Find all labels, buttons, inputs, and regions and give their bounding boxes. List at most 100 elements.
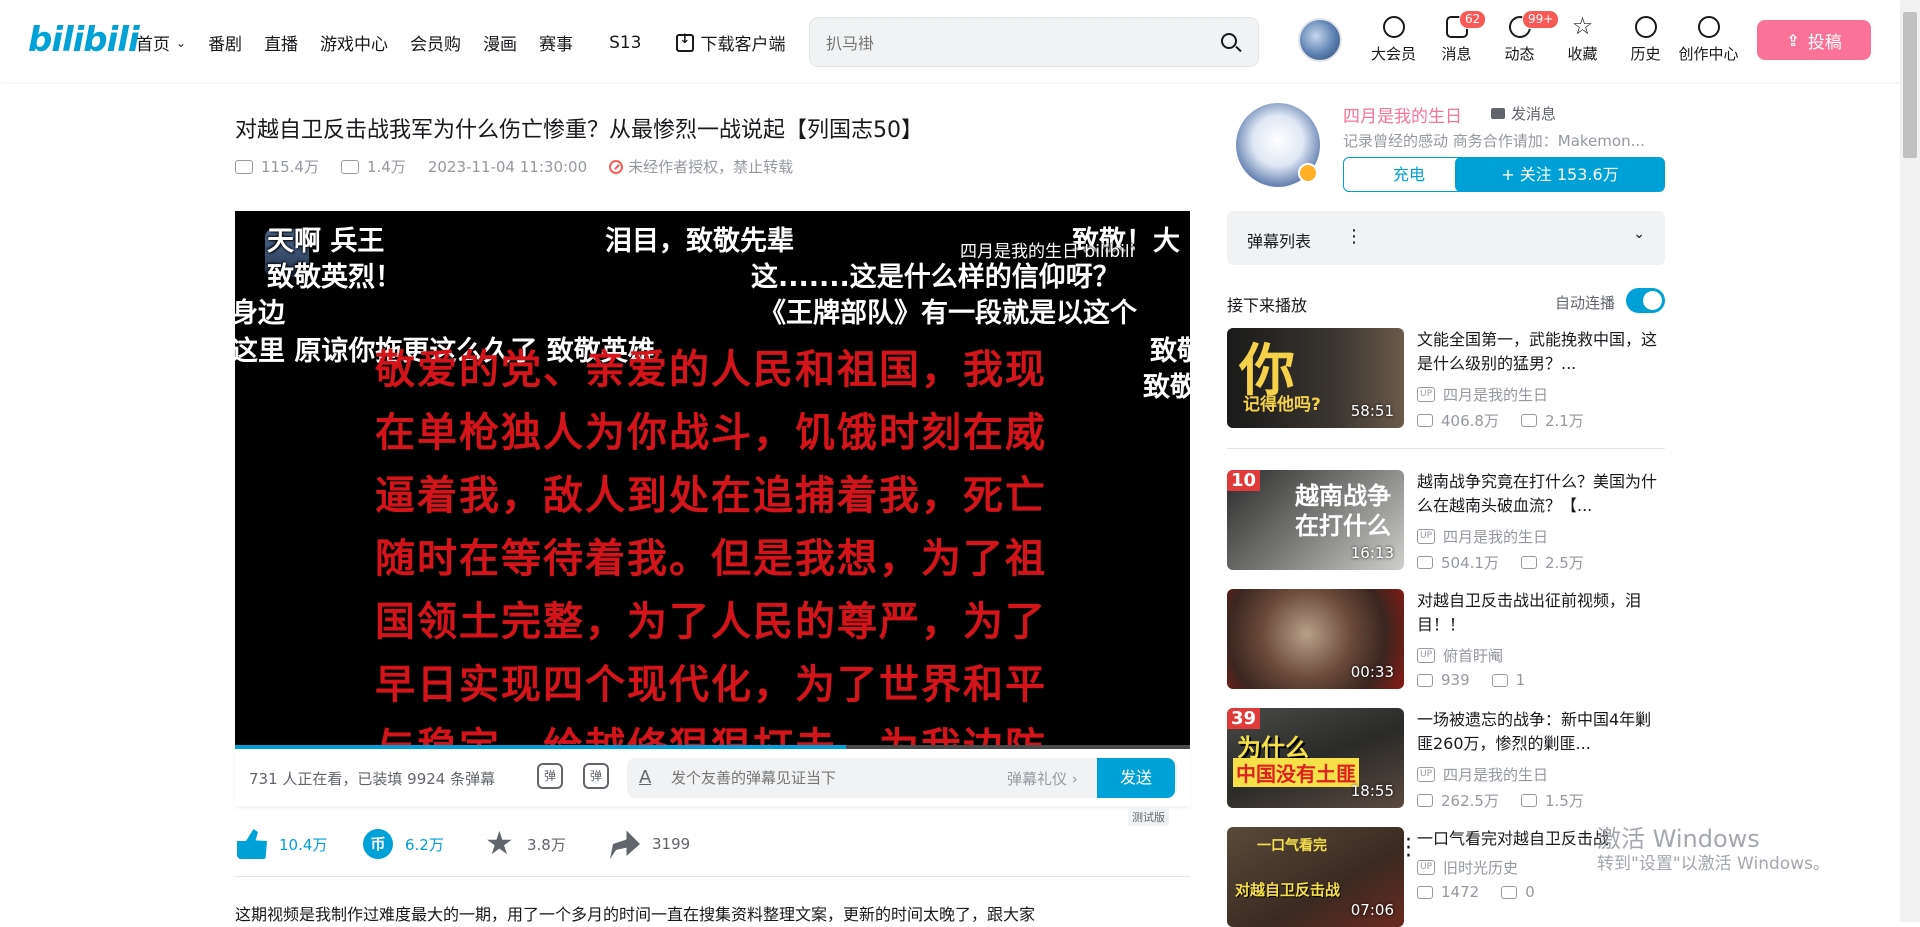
star-icon: ★ — [485, 824, 514, 862]
recommendation-stats: 406.8万 2.1万 — [1417, 410, 1584, 431]
like-button[interactable]: 10.4万 — [237, 829, 327, 859]
danmaku-count-icon — [1520, 556, 1537, 569]
video-meta: 115.4万 1.4万 2023-11-04 11:30:00 未经作者授权，禁… — [235, 156, 793, 177]
copyright-notice: 未经作者授权，禁止转载 — [609, 156, 793, 177]
scrollbar-thumb[interactable] — [1903, 12, 1917, 158]
danmaku-settings-icon[interactable]: 弹 — [583, 763, 609, 789]
rec-danmaku-count: 0 — [1525, 883, 1535, 901]
video-duration: 00:33 — [1350, 663, 1394, 681]
video-description: 这期视频是我制作过难度最大的一期，用了一个多月的时间一直在搜集资料整理文案，更新… — [235, 905, 1036, 924]
search-input[interactable] — [826, 30, 1206, 56]
danmaku-count-icon — [1520, 794, 1537, 807]
nav-anime[interactable]: 番剧 — [208, 30, 242, 55]
vip-icon — [1382, 16, 1405, 38]
recommendation-card[interactable]: 39 为什么 中国没有土匪 18:55 一场被遗忘的战争：新中国4年剿匪260万… — [1227, 708, 1665, 810]
recommendation-title[interactable]: 对越自卫反击战出征前视频，泪目！！ — [1417, 589, 1665, 637]
uploader-label: 旧时光历史 — [1443, 859, 1519, 877]
nav-favorites[interactable]: ☆ 收藏 — [1551, 12, 1614, 64]
recommendation-uploader[interactable]: UP 旧时光历史 — [1417, 857, 1518, 878]
danmaku-count-icon — [1491, 673, 1508, 687]
search-icon[interactable] — [1218, 30, 1244, 56]
up-next-label: 接下来播放 — [1227, 296, 1308, 315]
page-scrollbar[interactable] — [1900, 0, 1920, 922]
danmaku-comment: 致敬英烈！ — [267, 262, 402, 293]
main-nav: 首页 ⌄ 番剧 直播 游戏中心 会员购 漫画 赛事 S13 下载客户端 — [136, 30, 808, 56]
nav-s13[interactable]: S13 — [609, 30, 641, 55]
video-thumbnail[interactable]: 39 为什么 中国没有土匪 18:55 — [1227, 708, 1404, 808]
thumbnail-text: 一口气看完 — [1257, 838, 1327, 854]
recommendation-uploader[interactable]: UP 四月是我的生日 — [1417, 384, 1548, 405]
nav-history-label: 历史 — [1630, 45, 1661, 63]
thumbnail-number: 39 — [1227, 708, 1261, 729]
video-thumbnail[interactable]: 你 记得他吗? 58:51 — [1227, 328, 1404, 428]
user-avatar[interactable] — [1298, 18, 1342, 62]
danmaku-list-panel[interactable]: 弹幕列表 ⋮ ⌄ — [1227, 211, 1665, 265]
recommendation-uploader[interactable]: UP 四月是我的生日 — [1417, 526, 1548, 547]
favorite-button[interactable]: ★ 3.8万 — [485, 824, 566, 862]
rec-danmaku-count: 2.1万 — [1544, 412, 1584, 430]
recommendation-card[interactable]: 你 记得他吗? 58:51 文能全国第一，武能挽救中国，这是什么级别的猛男？..… — [1227, 328, 1665, 431]
video-thumbnail[interactable]: 10 越南战争 在打什么 16:13 — [1227, 470, 1404, 570]
danmaku-comment: 天啊 兵王 — [267, 226, 385, 257]
nav-home-label: 首页 — [136, 35, 170, 55]
video-thumbnail[interactable]: 一口气看完 对越自卫反击战 07:06 — [1227, 827, 1404, 927]
danmaku-comment: 致敬 — [1143, 372, 1190, 403]
autoplay-toggle[interactable] — [1626, 288, 1665, 313]
uploader-avatar[interactable] — [1236, 103, 1320, 187]
video-player[interactable]: 天啊 兵王 泪目，致敬先辈 致敬！大 四月是我的生日 bilibili 致敬英烈… — [235, 211, 1190, 749]
star-icon: ☆ — [1571, 12, 1594, 40]
recommendation-uploader[interactable]: UP 四月是我的生日 — [1417, 764, 1548, 785]
play-count-icon — [1417, 556, 1433, 569]
up-tag-icon: UP — [1417, 767, 1436, 782]
coin-count: 6.2万 — [405, 835, 444, 854]
recommendation-title[interactable]: 一场被遗忘的战争：新中国4年剿匪260万，惨烈的剿匪... — [1417, 708, 1665, 756]
favorite-count: 3.8万 — [527, 835, 566, 854]
rec-view-count: 262.5万 — [1441, 792, 1499, 810]
danmaku-etiquette-link[interactable]: 弹幕礼仪 › — [1007, 768, 1078, 789]
nav-home[interactable]: 首页 ⌄ — [136, 30, 186, 55]
nav-history[interactable]: 历史 — [1614, 16, 1677, 64]
nav-dynamic[interactable]: 99+ 动态 — [1488, 10, 1560, 64]
nav-creator-center[interactable]: 创作中心 — [1677, 16, 1740, 64]
nav-mall[interactable]: 会员购 — [410, 30, 461, 55]
danmaku-comment: 致敬 — [1150, 336, 1190, 367]
nav-esports[interactable]: 赛事 — [539, 30, 573, 55]
recommendation-card[interactable]: 10 越南战争 在打什么 16:13 越南战争究竟在打什么？美国为什么在越南头破… — [1227, 470, 1665, 573]
history-icon — [1634, 16, 1657, 38]
up-tag-icon: UP — [1417, 648, 1436, 663]
divider — [1227, 448, 1665, 449]
chevron-down-icon[interactable]: ⌄ — [1633, 226, 1645, 242]
danmaku-toggle-icon[interactable]: 弹 — [537, 763, 563, 789]
rec-view-count: 939 — [1441, 671, 1470, 689]
send-message-link[interactable]: 发消息 — [1491, 103, 1556, 124]
uploader-name[interactable]: 四月是我的生日 — [1343, 102, 1462, 127]
nav-download-client[interactable]: 下载客户端 — [675, 30, 786, 55]
nav-messages[interactable]: 62 消息 — [1425, 10, 1488, 64]
nav-vip[interactable]: 大会员 — [1362, 16, 1425, 64]
danmaku-input-box: A 弹幕礼仪 › — [627, 758, 1177, 798]
nav-live[interactable]: 直播 — [264, 30, 298, 55]
coin-button[interactable]: 币 6.2万 — [363, 829, 444, 859]
nav-manga[interactable]: 漫画 — [483, 30, 517, 55]
upload-label: 投稿 — [1807, 32, 1842, 53]
share-button[interactable]: 3199 — [610, 829, 690, 859]
recommendation-title[interactable]: 文能全国第一，武能挽救中国，这是什么级别的猛男？... — [1417, 328, 1665, 376]
recommendation-title[interactable]: 越南战争究竟在打什么？美国为什么在越南头破血流？【... — [1417, 470, 1665, 518]
video-thumbnail[interactable]: 00:33 — [1227, 589, 1404, 689]
bilibili-logo[interactable]: bilibili — [28, 20, 140, 60]
recommendation-stats: 504.1万 2.5万 — [1417, 552, 1584, 573]
danmaku-input[interactable] — [671, 766, 1001, 790]
upload-button[interactable]: ⇪ 投稿 — [1757, 20, 1871, 60]
danmaku-comment: 身边 — [235, 298, 285, 329]
recommendation-uploader[interactable]: UP 俯首盱阉 — [1417, 645, 1503, 666]
danmaku-count-icon — [1520, 414, 1537, 427]
copyright-text: 未经作者授权，禁止转载 — [628, 158, 794, 176]
recommendation-card[interactable]: 00:33 对越自卫反击战出征前视频，泪目！！ UP 俯首盱阉 939 1 — [1227, 589, 1665, 689]
follow-button[interactable]: + 关注 153.6万 — [1455, 157, 1665, 192]
font-style-icon[interactable]: A — [639, 767, 651, 788]
nav-game-center[interactable]: 游戏中心 — [320, 30, 388, 55]
uploader-label: 四月是我的生日 — [1443, 766, 1549, 784]
up-tag-icon: UP — [1417, 387, 1436, 402]
send-danmaku-button[interactable]: 发送 — [1097, 758, 1175, 798]
more-vertical-icon[interactable]: ⋮ — [1345, 226, 1363, 247]
